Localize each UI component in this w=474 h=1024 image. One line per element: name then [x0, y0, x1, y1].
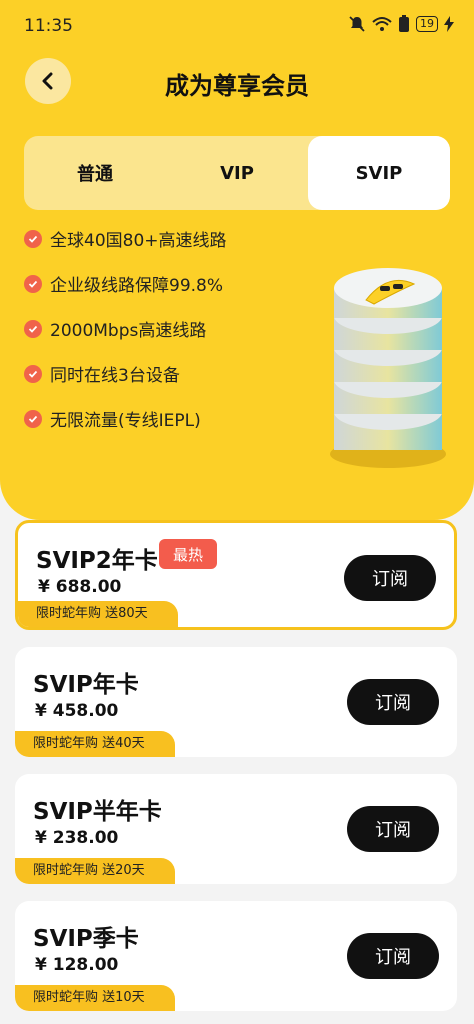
mute-bell-icon — [349, 16, 365, 32]
feature-label: 无限流量(专线IEPL) — [50, 411, 201, 431]
subscribe-button[interactable]: 订阅 — [344, 555, 436, 601]
subscribe-button[interactable]: 订阅 — [347, 933, 439, 979]
promo-tag: 限时蛇年购 送20天 — [15, 858, 175, 884]
battery-level: 19 — [416, 16, 438, 32]
promo-tag: 限时蛇年购 送80天 — [18, 601, 178, 627]
plan-price: ¥ 238.00 — [35, 828, 119, 848]
plan-name: SVIP半年卡 — [33, 799, 162, 825]
plan-card[interactable]: SVIP2年卡 最热 ¥ 688.00 订阅 限时蛇年购 送80天 — [15, 520, 457, 630]
tab-normal[interactable]: 普通 — [24, 136, 166, 210]
hot-badge: 最热 — [159, 539, 217, 569]
feature-list: 全球40国80+高速线路 企业级线路保障99.8% 2000Mbps高速线路 同… — [24, 216, 227, 441]
check-circle-icon — [24, 319, 42, 338]
plan-name: SVIP季卡 — [33, 926, 139, 952]
check-circle-icon — [24, 229, 42, 248]
tab-vip[interactable]: VIP — [166, 136, 308, 210]
promo-tag: 限时蛇年购 送40天 — [15, 731, 175, 757]
check-circle-icon — [24, 409, 42, 428]
plan-price: ¥ 128.00 — [35, 955, 119, 975]
plan-card[interactable]: SVIP季卡 ¥ 128.00 订阅 限时蛇年购 送10天 — [15, 901, 457, 1011]
battery-saver-icon — [399, 15, 409, 32]
plan-name: SVIP年卡 — [33, 672, 139, 698]
feature-label: 2000Mbps高速线路 — [50, 321, 207, 341]
status-icons: 19 — [348, 15, 454, 33]
plan-price: ¥ 458.00 — [35, 701, 119, 721]
subscribe-button[interactable]: 订阅 — [347, 679, 439, 725]
feature-label: 同时在线3台设备 — [50, 366, 180, 386]
plan-name: SVIP2年卡 — [36, 548, 158, 574]
feature-item: 企业级线路保障99.8% — [24, 261, 227, 306]
tab-svip[interactable]: SVIP — [308, 136, 450, 210]
feature-item: 2000Mbps高速线路 — [24, 306, 227, 351]
check-circle-icon — [24, 274, 42, 293]
wifi-icon — [372, 17, 392, 31]
plan-card[interactable]: SVIP半年卡 ¥ 238.00 订阅 限时蛇年购 送20天 — [15, 774, 457, 884]
status-time: 11:35 — [24, 16, 73, 36]
feature-item: 全球40国80+高速线路 — [24, 216, 227, 261]
charging-icon — [444, 16, 454, 32]
feature-item: 无限流量(专线IEPL) — [24, 396, 227, 441]
status-bar: 11:35 19 — [0, 0, 474, 52]
banana-coin-stack-icon — [330, 268, 446, 468]
page-title: 成为尊享会员 — [165, 72, 309, 100]
plan-card[interactable]: SVIP年卡 ¥ 458.00 订阅 限时蛇年购 送40天 — [15, 647, 457, 757]
feature-label: 企业级线路保障99.8% — [50, 276, 224, 296]
subscribe-button[interactable]: 订阅 — [347, 806, 439, 852]
check-circle-icon — [24, 364, 42, 383]
feature-item: 同时在线3台设备 — [24, 351, 227, 396]
promo-tag: 限时蛇年购 送10天 — [15, 985, 175, 1011]
plan-price: ¥ 688.00 — [38, 577, 122, 597]
tier-tabs: 普通 VIP SVIP — [24, 136, 450, 210]
feature-label: 全球40国80+高速线路 — [50, 231, 227, 251]
